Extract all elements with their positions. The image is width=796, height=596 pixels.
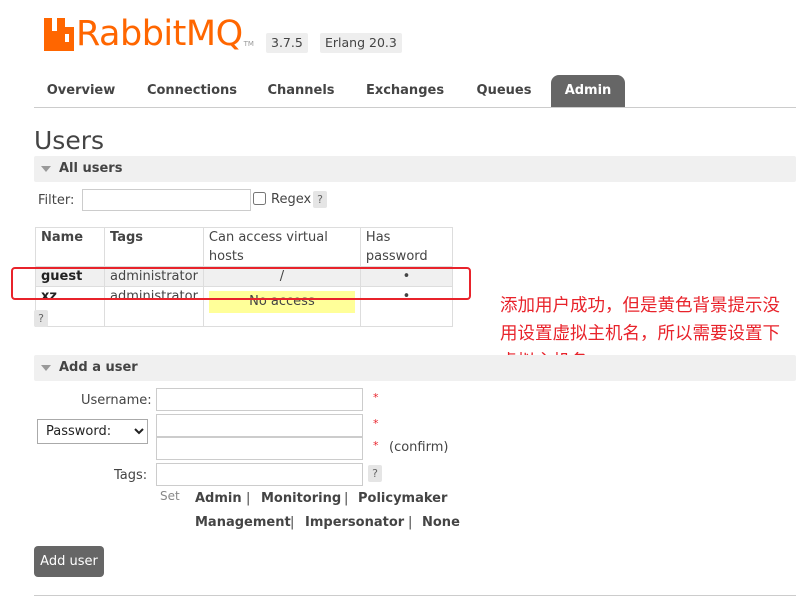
filter-input[interactable] (82, 189, 251, 211)
tab-channels[interactable]: Channels (256, 75, 346, 107)
separator: | (408, 515, 413, 530)
rabbitmq-logo: RabbitMQ TM (44, 14, 254, 54)
rabbit-logo-icon (44, 17, 74, 51)
password-input[interactable] (156, 414, 363, 437)
tags-input[interactable] (156, 463, 363, 486)
required-marker: * (373, 439, 379, 452)
erlang-badge: Erlang 20.3 (320, 33, 402, 53)
column-header-tags: Tags (104, 227, 204, 267)
required-marker: * (373, 417, 379, 430)
tag-impersonator-link[interactable]: Impersonator (305, 515, 404, 530)
password-confirm-input[interactable] (156, 437, 363, 460)
regex-checkbox[interactable] (253, 192, 266, 205)
table-help-button[interactable]: ? (34, 310, 48, 327)
section-title: Add a user (59, 360, 138, 375)
column-header-has-password: Has password (359, 227, 453, 267)
collapse-triangle-icon (41, 365, 51, 371)
table-header-row: Name Tags Can access virtual hosts Has p… (35, 227, 453, 267)
tab-admin[interactable]: Admin (551, 75, 625, 107)
separator: | (344, 491, 349, 506)
tag-management-link[interactable]: Management (195, 515, 291, 530)
main-tabs: Overview Connections Channels Exchanges … (34, 75, 796, 108)
password-type-select[interactable]: Password: (37, 419, 148, 444)
all-users-section-header[interactable]: All users (34, 156, 796, 182)
set-label: Set (160, 489, 180, 503)
tab-queues[interactable]: Queues (464, 75, 544, 107)
brand-name: RabbitMQ (76, 14, 243, 54)
add-user-section-header[interactable]: Add a user (34, 355, 796, 381)
filter-label: Filter: (38, 193, 75, 208)
column-header-vhosts: Can access virtual hosts (202, 227, 361, 267)
trademark: TM (243, 40, 254, 48)
column-header-name: Name (35, 227, 105, 267)
confirm-label: (confirm) (389, 440, 449, 455)
tag-none-link[interactable]: None (422, 515, 460, 530)
username-input[interactable] (156, 388, 363, 411)
tag-policymaker-link[interactable]: Policymaker (358, 491, 447, 506)
tag-monitoring-link[interactable]: Monitoring (261, 491, 341, 506)
separator: | (246, 491, 251, 506)
tab-overview[interactable]: Overview (34, 75, 128, 107)
separator: | (290, 515, 295, 530)
section-title: All users (59, 161, 123, 176)
tag-admin-link[interactable]: Admin (195, 491, 242, 506)
tab-connections[interactable]: Connections (134, 75, 250, 107)
required-marker: * (373, 391, 379, 404)
highlight-annotation-box (11, 267, 471, 300)
filter-help-button[interactable]: ? (313, 191, 327, 208)
collapse-triangle-icon (41, 166, 51, 172)
version-badge: 3.7.5 (266, 33, 308, 53)
add-user-button[interactable]: Add user (34, 546, 104, 577)
regex-label: Regex (271, 192, 312, 207)
tab-exchanges[interactable]: Exchanges (352, 75, 458, 107)
tags-label: Tags: (114, 468, 148, 483)
username-label: Username: (81, 393, 152, 408)
page-title: Users (34, 126, 105, 155)
tags-help-button[interactable]: ? (368, 465, 382, 482)
